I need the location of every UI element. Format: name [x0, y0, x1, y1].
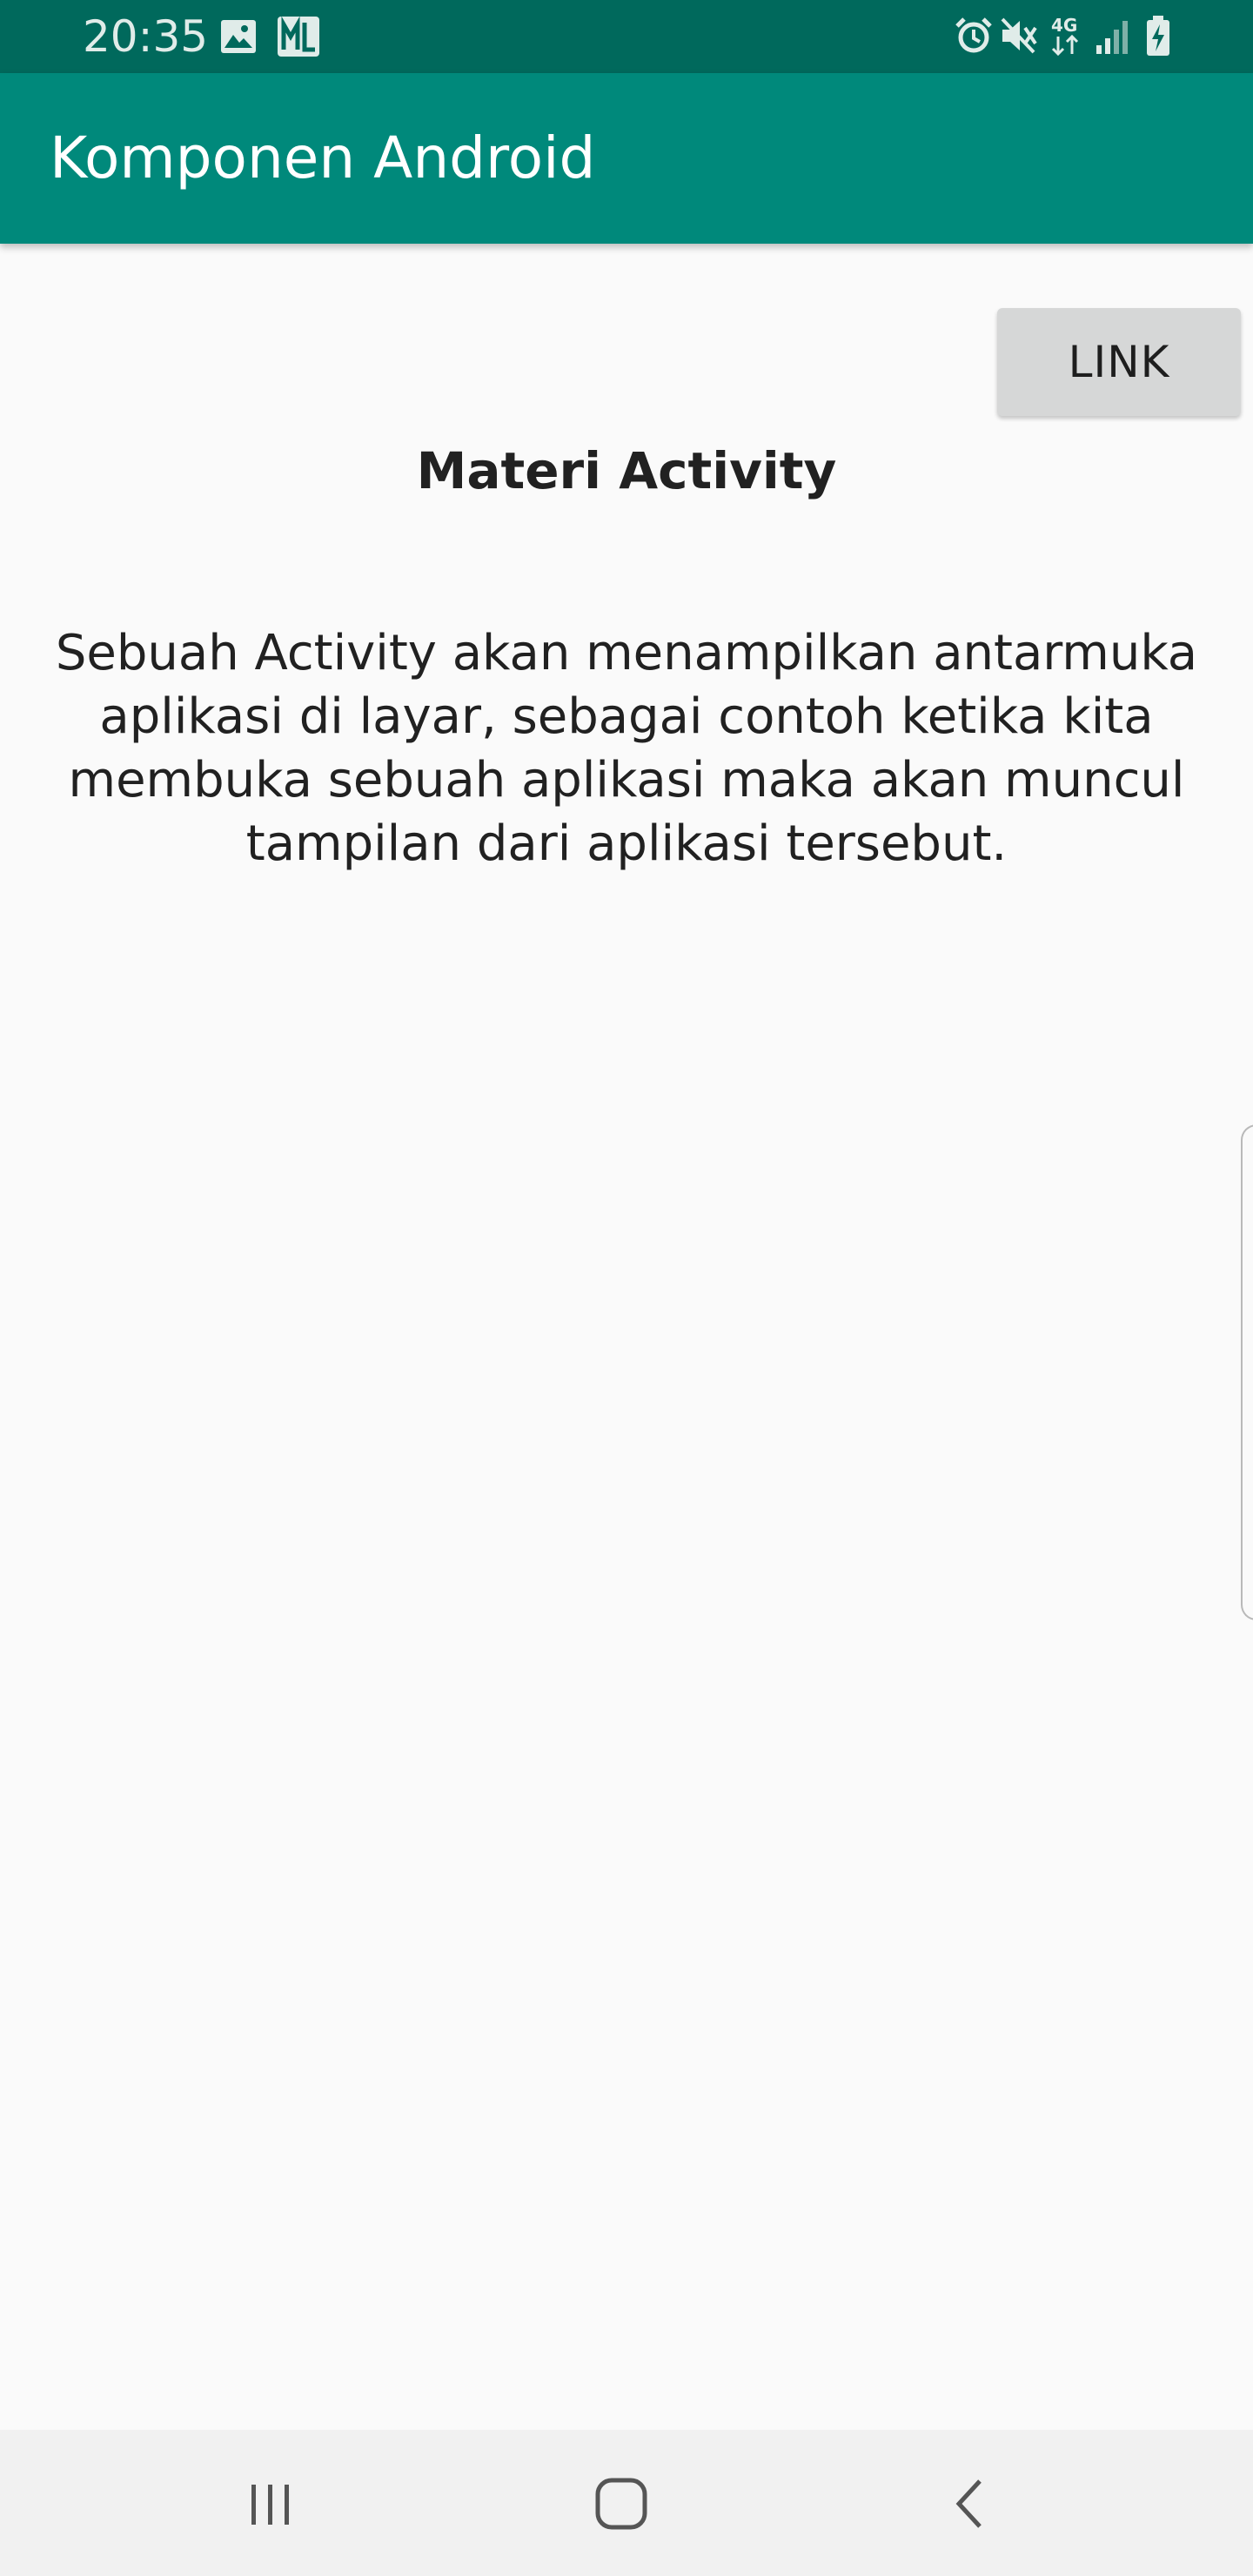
navigation-bar — [0, 2430, 1253, 2576]
svg-text:4G: 4G — [1051, 15, 1077, 36]
home-icon — [595, 2478, 647, 2530]
signal-icon — [1096, 21, 1128, 54]
activity-description: Sebuah Activity akan menampilkan antarmu… — [55, 625, 1198, 872]
ml-app-icon — [278, 16, 319, 57]
app-bar: Komponen Android — [0, 73, 1253, 244]
link-button[interactable]: LINK — [997, 308, 1241, 416]
alarm-icon — [955, 17, 992, 53]
gallery-icon — [221, 20, 256, 53]
recent-apps-icon — [251, 2485, 289, 2525]
back-icon — [955, 2479, 982, 2528]
back-button[interactable] — [919, 2456, 1023, 2552]
mute-icon — [1001, 17, 1037, 54]
page-title: Materi Activity — [416, 441, 837, 500]
home-button[interactable] — [569, 2456, 673, 2552]
battery-charging-icon — [1147, 16, 1169, 56]
status-time: 20:35 — [83, 11, 209, 62]
network-4g-icon: 4G — [1051, 15, 1079, 57]
edge-panel-handle[interactable] — [1241, 1124, 1253, 1620]
recent-apps-button[interactable] — [218, 2456, 323, 2552]
app-title: Komponen Android — [50, 124, 596, 191]
status-bar: 20:35 4G — [0, 0, 1253, 73]
